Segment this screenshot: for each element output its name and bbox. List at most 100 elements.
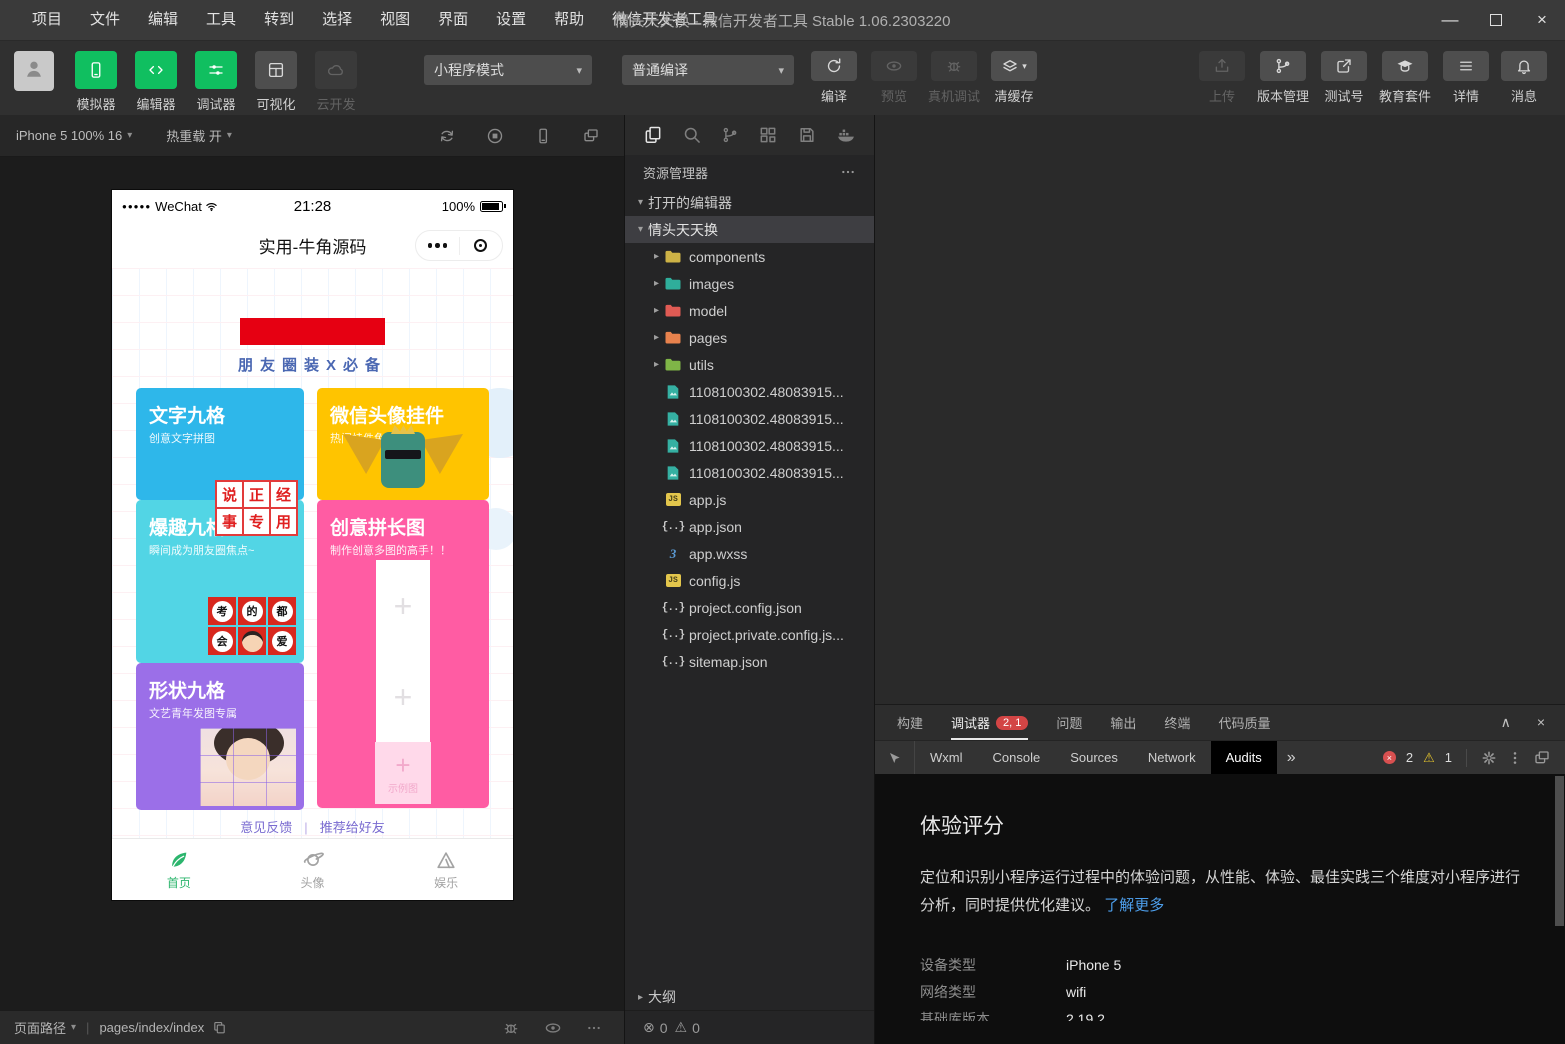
more-tabs-button[interactable]: » — [1277, 741, 1306, 774]
devtools-tab-audits[interactable]: Audits — [1211, 741, 1277, 774]
panel-tab-输出[interactable]: 输出 — [1110, 705, 1136, 740]
copy-icon[interactable] — [212, 1020, 227, 1035]
project-root[interactable]: ▾情头天天换 — [625, 216, 874, 243]
branch-icon[interactable] — [721, 126, 739, 144]
devtools-tab-console[interactable]: Console — [978, 741, 1056, 774]
menu-item-4[interactable]: 工具 — [192, 0, 250, 40]
file-item[interactable]: {..}project.private.config.js... — [625, 621, 874, 648]
blocks-icon[interactable] — [758, 125, 778, 145]
docker-icon[interactable] — [836, 125, 856, 145]
rotate-icon[interactable] — [438, 127, 456, 145]
file-item[interactable]: 3app.wxss — [625, 540, 874, 567]
menu-item-10[interactable]: 帮助 — [540, 0, 598, 40]
visualization-button[interactable]: 可视化 — [246, 51, 306, 113]
card-pendant[interactable]: 微信头像挂件 热门挂件免费用~ — [317, 388, 489, 500]
debugger-button[interactable]: 调试器 — [186, 51, 246, 113]
footer-link-1[interactable]: 意见反馈 — [240, 820, 292, 835]
compile-button[interactable]: 编译 — [804, 51, 864, 105]
folder-pages[interactable]: ▸pages — [625, 324, 874, 351]
image-file-icon — [664, 384, 682, 400]
file-item[interactable]: 1108100302.48083915... — [625, 405, 874, 432]
stop-icon[interactable] — [486, 127, 504, 145]
scrollbar[interactable] — [1555, 776, 1564, 1044]
menu-item-1[interactable]: 项目 — [18, 0, 76, 40]
inspect-element-button[interactable] — [875, 741, 915, 774]
eye-icon[interactable] — [544, 1019, 562, 1037]
menu-item-6[interactable]: 选择 — [308, 0, 366, 40]
edu-suite-button[interactable]: 教育套件 — [1373, 51, 1437, 105]
bug-icon[interactable] — [502, 1019, 520, 1037]
avatar[interactable] — [14, 51, 54, 91]
hot-reload-toggle[interactable]: 热重载 开 ▾ — [166, 126, 232, 145]
details-button[interactable]: 详情 — [1437, 51, 1495, 105]
menu-item-5[interactable]: 转到 — [250, 0, 308, 40]
file-item[interactable]: 1108100302.48083915... — [625, 459, 874, 486]
scrollbar-thumb[interactable] — [1555, 776, 1564, 926]
ellipsis-icon[interactable] — [840, 164, 856, 180]
compile-mode-select[interactable]: 普通编译 ▾ — [622, 55, 794, 85]
card-textgrid[interactable]: 文字九格 创意文字拼图说正经事专用 — [136, 388, 304, 500]
menu-item-3[interactable]: 编辑 — [134, 0, 192, 40]
image-file-icon — [664, 411, 682, 427]
minimize-button[interactable]: — — [1427, 0, 1473, 40]
float-window-icon[interactable] — [582, 127, 600, 145]
file-item[interactable]: {..}sitemap.json — [625, 648, 874, 675]
save-icon[interactable] — [797, 125, 817, 145]
undock-icon[interactable] — [1533, 749, 1551, 767]
learn-more-link[interactable]: 了解更多 — [1104, 897, 1164, 914]
panel-tab-构建[interactable]: 构建 — [897, 705, 923, 740]
version-manage-button[interactable]: 版本管理 — [1251, 51, 1315, 105]
phone-tab-头像[interactable]: 头像 — [246, 839, 380, 900]
file-item[interactable]: JSconfig.js — [625, 567, 874, 594]
file-item[interactable]: JSapp.js — [625, 486, 874, 513]
simulator-button[interactable]: 模拟器 — [66, 51, 126, 113]
gear-icon[interactable] — [1481, 750, 1497, 766]
more-button[interactable] — [416, 243, 459, 248]
file-item[interactable]: 1108100302.48083915... — [625, 378, 874, 405]
search-icon[interactable] — [682, 125, 702, 145]
file-item[interactable]: {..}project.config.json — [625, 594, 874, 621]
mode-select[interactable]: 小程序模式 ▾ — [424, 55, 592, 85]
menu-item-7[interactable]: 视图 — [366, 0, 424, 40]
outline-section[interactable]: ▸ 大纲 — [625, 984, 874, 1010]
devtools-tab-network[interactable]: Network — [1133, 741, 1211, 774]
footer-link-2[interactable]: 推荐给好友 — [320, 820, 385, 835]
editor-button[interactable]: 编辑器 — [126, 51, 186, 113]
ellipsis-icon[interactable] — [586, 1020, 602, 1036]
folder-images[interactable]: ▸images — [625, 270, 874, 297]
devtools-tab-sources[interactable]: Sources — [1055, 741, 1133, 774]
exit-button[interactable] — [460, 239, 503, 252]
folder-components[interactable]: ▸components — [625, 243, 874, 270]
folder-model[interactable]: ▸model — [625, 297, 874, 324]
file-item[interactable]: 1108100302.48083915... — [625, 432, 874, 459]
files-icon[interactable] — [643, 125, 663, 145]
explorer-header: 资源管理器 — [625, 155, 874, 189]
menu-item-9[interactable]: 设置 — [482, 0, 540, 40]
file-item[interactable]: {..}app.json — [625, 513, 874, 540]
tent-icon — [435, 849, 457, 871]
folder-utils[interactable]: ▸utils — [625, 351, 874, 378]
panel-tab-终端[interactable]: 终端 — [1164, 705, 1190, 740]
panel-tab-代码质量[interactable]: 代码质量 — [1218, 705, 1270, 740]
card-photo[interactable]: 形状九格 文艺青年发图专属 — [136, 663, 304, 810]
kebab-menu-icon[interactable] — [1507, 750, 1523, 766]
phone-tab-首页[interactable]: 首页 — [112, 839, 246, 900]
messages-button[interactable]: 消息 — [1495, 51, 1553, 105]
test-account-button[interactable]: 测试号 — [1315, 51, 1373, 105]
devtools-tab-wxml[interactable]: Wxml — [915, 741, 978, 774]
panel-tab-问题[interactable]: 问题 — [1056, 705, 1082, 740]
device-icon[interactable] — [534, 127, 552, 145]
collapse-icon[interactable]: ∧ — [1501, 714, 1511, 731]
phone-tab-娱乐[interactable]: 娱乐 — [379, 839, 513, 900]
panel-tab-调试器[interactable]: 调试器2, 1 — [951, 705, 1028, 740]
menu-item-8[interactable]: 界面 — [424, 0, 482, 40]
menu-item-2[interactable]: 文件 — [76, 0, 134, 40]
chevron-down-icon: ▾ — [127, 130, 132, 141]
close-panel-icon[interactable]: × — [1537, 714, 1545, 731]
close-button[interactable]: × — [1519, 0, 1565, 40]
card-longpic[interactable]: 创意拼长图 制作创意多图的高手！！+++示例图 — [317, 500, 489, 808]
clear-cache-button[interactable]: ▾清缓存 — [984, 51, 1044, 105]
open-editors-section[interactable]: ▾打开的编辑器 — [625, 189, 874, 216]
device-select[interactable]: iPhone 5 100% 16 ▾ — [16, 128, 132, 143]
maximize-button[interactable] — [1473, 0, 1519, 40]
